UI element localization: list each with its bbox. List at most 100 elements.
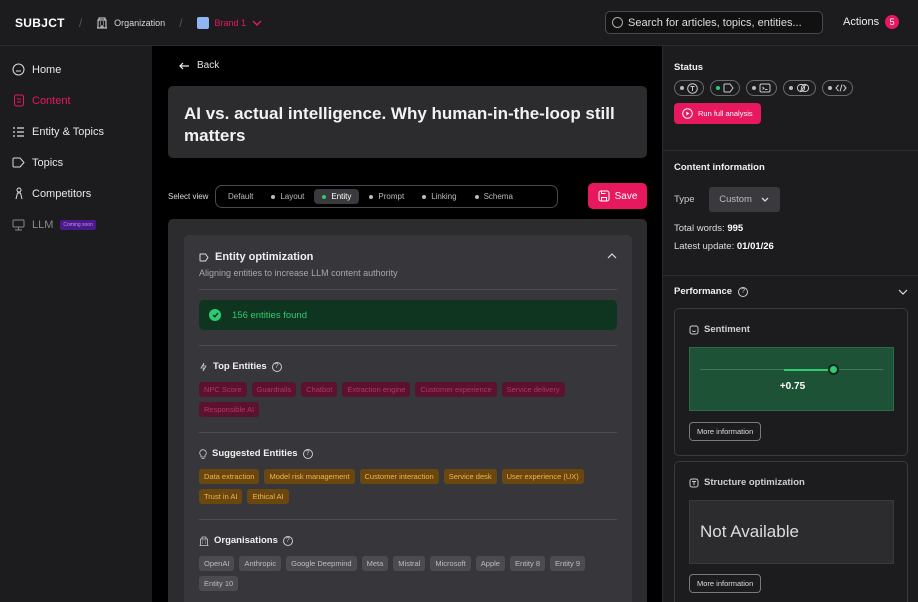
entity-optimization-panel: Entity optimization Aligning entities to… [184, 235, 632, 602]
breadcrumb-brand[interactable]: Brand 1 [196, 16, 263, 29]
chevron-down-icon[interactable] [898, 289, 908, 295]
status-pill-text[interactable] [674, 80, 704, 96]
suggested-entities-header: Suggested Entities ? [199, 448, 617, 459]
sidebar-item-home[interactable]: Home [0, 54, 152, 85]
top-entities-header: Top Entities ? [199, 361, 617, 372]
entity-tag[interactable]: Entity 10 [199, 576, 239, 591]
latest-update-value: 01/01/26 [736, 241, 774, 252]
status-pill-schema[interactable] [822, 80, 853, 96]
sentiment-value: +0.75 [779, 381, 806, 392]
more-label: More information [697, 427, 754, 436]
entity-tag[interactable]: Meta [361, 556, 389, 571]
entity-tag[interactable]: Ethical AI [247, 489, 289, 504]
sentiment-slider-knob[interactable] [827, 364, 839, 375]
sidebar-item-llm[interactable]: LLM Coming soon [0, 209, 152, 240]
actions-button[interactable]: Actions 5 [843, 15, 900, 29]
entity-tag[interactable]: OpenAI [199, 556, 235, 571]
help-icon[interactable]: ? [282, 535, 293, 546]
entity-tag[interactable]: Anthropic [239, 556, 282, 571]
entity-tag[interactable]: Extraction engine [342, 382, 411, 397]
sparkle-icon [200, 362, 207, 371]
entity-tag[interactable]: Responsible AI [199, 402, 260, 417]
sidebar-item-content[interactable]: Content [0, 85, 152, 116]
entity-tag[interactable]: Google Deepmind [286, 556, 357, 571]
dot-icon [369, 194, 374, 199]
entity-tag[interactable]: Mistral [393, 556, 426, 571]
tag-icon [12, 156, 25, 169]
sidebar-item-entity-topics[interactable]: Entity & Topics [0, 116, 152, 147]
status-pill-layout[interactable] [710, 80, 740, 96]
more-information-button[interactable]: More information [689, 422, 762, 441]
entity-tag[interactable]: Microsoft [430, 556, 471, 571]
entity-tag[interactable]: NPC Score [199, 382, 247, 397]
tab-label: Linking [431, 192, 457, 201]
tab-prompt[interactable]: Prompt [361, 189, 412, 204]
type-row: Type Custom [674, 187, 908, 212]
sidebar-item-label: Content [32, 94, 71, 107]
logo[interactable]: SUBJCT [15, 16, 65, 30]
entity-tag[interactable]: Customer interaction [359, 469, 439, 484]
status-pill-links[interactable] [783, 80, 816, 96]
tab-entity[interactable]: Entity [314, 189, 360, 204]
total-words-value: 995 [727, 223, 744, 234]
entity-tag[interactable]: User experience (UX) [501, 469, 584, 484]
sidebar-item-competitors[interactable]: Competitors [0, 178, 152, 209]
search-placeholder: Search for articles, topics, entities... [628, 16, 802, 29]
entity-tag[interactable]: Data extraction [199, 469, 260, 484]
tab-default[interactable]: Default [220, 189, 261, 204]
view-tabs: Default Layout Entity Prompt Linking Sch… [215, 185, 558, 208]
total-words-label: Total words: [674, 223, 725, 234]
entity-tag[interactable]: Entity 8 [509, 556, 545, 571]
organization-label: Organization [114, 17, 166, 28]
breadcrumb-organization[interactable]: Organization [96, 17, 165, 29]
performance-header[interactable]: Performance ? [674, 286, 908, 297]
sidebar-item-label: Competitors [32, 187, 92, 200]
terminal-icon [759, 83, 771, 93]
entity-tag[interactable]: Service desk [443, 469, 497, 484]
title-card[interactable]: AI vs. actual intelligence. Why human-in… [168, 86, 647, 158]
sidebar-item-label: Home [32, 63, 62, 76]
chevron-up-icon[interactable] [607, 253, 617, 259]
breadcrumb-separator: / [179, 15, 183, 30]
play-circle-icon [682, 108, 693, 119]
link-icon [796, 83, 810, 93]
entity-tag[interactable]: Entity 9 [550, 556, 586, 571]
entity-tag[interactable]: Service delivery [501, 382, 565, 397]
entity-tag[interactable]: Customer experience [415, 382, 497, 397]
status-dot [716, 86, 720, 90]
structure-title: Structure optimization [704, 477, 805, 488]
back-button[interactable]: Back [179, 60, 219, 71]
help-icon[interactable]: ? [302, 448, 313, 459]
entity-optimization-header[interactable]: Entity optimization [199, 251, 617, 263]
text-icon [689, 478, 699, 487]
entity-tag[interactable]: Chatbot [301, 382, 338, 397]
structure-value-box: Not Available [689, 500, 894, 564]
tab-label: Schema [483, 192, 513, 201]
search-icon [612, 17, 623, 28]
tab-layout[interactable]: Layout [263, 189, 312, 204]
actions-label: Actions [843, 16, 880, 28]
back-label: Back [197, 60, 220, 71]
more-information-button[interactable]: More information [689, 574, 762, 593]
type-select[interactable]: Custom [708, 187, 780, 212]
divider [199, 345, 617, 346]
run-full-analysis-button[interactable]: Run full analysis [674, 103, 761, 124]
entity-tag[interactable]: Guardrails [251, 382, 297, 397]
help-icon[interactable]: ? [271, 361, 282, 372]
document-icon [12, 94, 25, 107]
tab-linking[interactable]: Linking [414, 189, 464, 204]
organisations-header: Organisations ? [199, 535, 617, 546]
entity-tag[interactable]: Model risk management [264, 469, 355, 484]
entity-tag[interactable]: Apple [475, 556, 505, 571]
save-label: Save [614, 190, 638, 202]
tab-schema[interactable]: Schema [467, 189, 521, 204]
dot-icon [271, 194, 276, 199]
section-title: Organisations [214, 535, 278, 546]
save-button[interactable]: Save [588, 183, 647, 209]
status-pill-code[interactable] [746, 80, 777, 96]
tab-label: Default [228, 192, 254, 201]
entity-tag[interactable]: Trust in AI [199, 489, 243, 504]
help-icon[interactable]: ? [738, 286, 749, 297]
search-input[interactable]: Search for articles, topics, entities... [605, 11, 823, 34]
sidebar-item-topics[interactable]: Topics [0, 147, 152, 178]
